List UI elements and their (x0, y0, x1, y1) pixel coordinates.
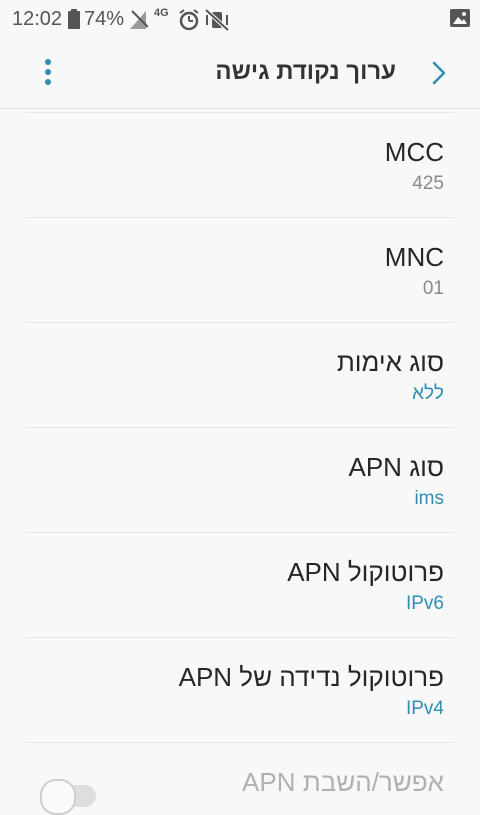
setting-enable-apn[interactable]: אפשר/השבת APN (26, 742, 454, 815)
setting-apn-roaming-protocol[interactable]: פרוטוקול נדידה של APN IPv4 (26, 637, 454, 742)
setting-value: IPv6 (405, 593, 444, 614)
setting-title: MNC (384, 242, 444, 272)
more-options-icon[interactable] (34, 57, 62, 89)
setting-value: 01 (422, 278, 444, 299)
switch-knob (40, 779, 76, 815)
signal-icon (130, 10, 148, 29)
back-chevron-icon[interactable] (425, 59, 451, 87)
status-time: 12:02 (12, 8, 63, 30)
page-title: ערוך נקודת גישה (215, 58, 396, 85)
setting-title: סוג APN (348, 452, 445, 482)
setting-value: ims (414, 488, 444, 509)
network-type: 4G (154, 7, 169, 19)
apn-settings-list: MCC 425 MNC 01 סוג אימות ללא סוג APN ims… (0, 112, 480, 815)
setting-value: 425 (412, 173, 444, 194)
enable-apn-switch[interactable] (40, 779, 96, 815)
vibrate-mute-icon (204, 9, 230, 31)
setting-title: פרוטוקול נדידה של APN (178, 662, 444, 692)
status-bar: 12:02 74% 4G (0, 0, 480, 38)
setting-apn-protocol[interactable]: פרוטוקול APN IPv6 (26, 532, 454, 637)
setting-value: IPv4 (405, 698, 444, 719)
setting-title: סוג אימות (336, 347, 444, 377)
setting-mcc[interactable]: MCC 425 (26, 112, 454, 217)
setting-title: MCC (384, 137, 444, 167)
toggle-label: אפשר/השבת APN (242, 767, 444, 797)
image-notification-icon (450, 9, 470, 27)
alarm-icon (179, 9, 199, 31)
setting-apn-type[interactable]: סוג APN ims (26, 427, 454, 532)
setting-value: ללא (412, 383, 444, 404)
battery-percent: 74% (84, 8, 125, 30)
app-bar: ערוך נקודת גישה (0, 38, 480, 109)
setting-auth-type[interactable]: סוג אימות ללא (26, 322, 454, 427)
setting-mnc[interactable]: MNC 01 (26, 217, 454, 322)
battery-icon (68, 9, 80, 29)
setting-title: פרוטוקול APN (287, 557, 444, 587)
